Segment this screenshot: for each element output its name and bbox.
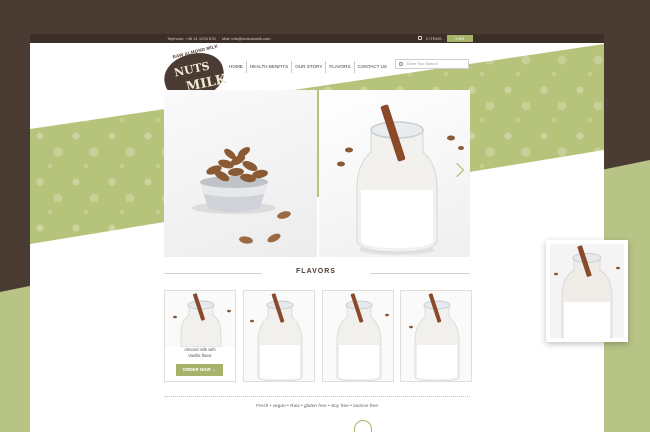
flavor-card[interactable]: Almond milk with Vanilla flavor ORDER NO… [164, 290, 236, 382]
flavor-card[interactable] [400, 290, 472, 382]
section-divider [370, 273, 470, 274]
email-link[interactable]: Mail: info@nutsowmilk.com [222, 34, 271, 43]
flavor-card[interactable] [322, 290, 394, 382]
search-input[interactable]: Enter Your Search [395, 59, 469, 69]
pattern-band [30, 44, 604, 244]
phone-text: Telphone: +45 41 1234 678 [167, 36, 216, 41]
milk-bottle-illustration [554, 245, 620, 339]
section-divider [164, 273, 262, 274]
flavors-heading: FLAVORS [296, 268, 336, 275]
tagline: Fresh • vegan • Raw • gluten free • Soy … [256, 404, 378, 409]
hero-almonds-photo [164, 90, 317, 257]
nav-item-flavors[interactable]: FLAVORS [326, 61, 353, 73]
nav-item-contact-us[interactable]: CONTACT US [355, 61, 390, 73]
footer-divider [164, 396, 470, 397]
flavor-photo [401, 291, 471, 381]
order-now-label: ORDER NOW [182, 367, 211, 372]
order-now-button[interactable]: ORDER NOW → [176, 364, 223, 376]
main-nav: HOME HEALTH BENFITS OUR STORY FLAVORS CO… [226, 61, 390, 73]
cart-total-badge[interactable]: 0 KR [447, 35, 473, 42]
preview-photo [550, 244, 624, 339]
background-brown [0, 0, 650, 34]
flavor-photo [165, 291, 235, 348]
flavor-card[interactable] [243, 290, 315, 382]
nav-item-health-benefits[interactable]: HEALTH BENFITS [247, 61, 291, 73]
hero-milk-photo [319, 90, 470, 257]
floating-preview-card [546, 240, 628, 342]
almond-bowl-illustration [192, 147, 291, 244]
flavor-photo [323, 291, 393, 381]
flavor-photo [244, 291, 314, 381]
bottle-icon [354, 420, 372, 432]
flavor-caption: Almond milk with [184, 347, 216, 352]
search-placeholder: Enter Your Search [407, 62, 438, 66]
milk-bottle-illustration [337, 104, 464, 255]
search-icon [399, 62, 403, 66]
website-mockup: Telphone: +45 41 1234 678 Mail: info@nut… [30, 34, 604, 432]
cart-icon[interactable] [418, 36, 422, 40]
flavor-caption: Vanilla flavor [188, 353, 212, 358]
nav-item-home[interactable]: HOME [226, 61, 246, 73]
top-bar: Telphone: +45 41 1234 678 Mail: info@nut… [30, 34, 604, 43]
cart-items-count[interactable]: 0 ITEMS [426, 34, 442, 43]
nav-item-our-story[interactable]: OUR STORY [292, 61, 325, 73]
